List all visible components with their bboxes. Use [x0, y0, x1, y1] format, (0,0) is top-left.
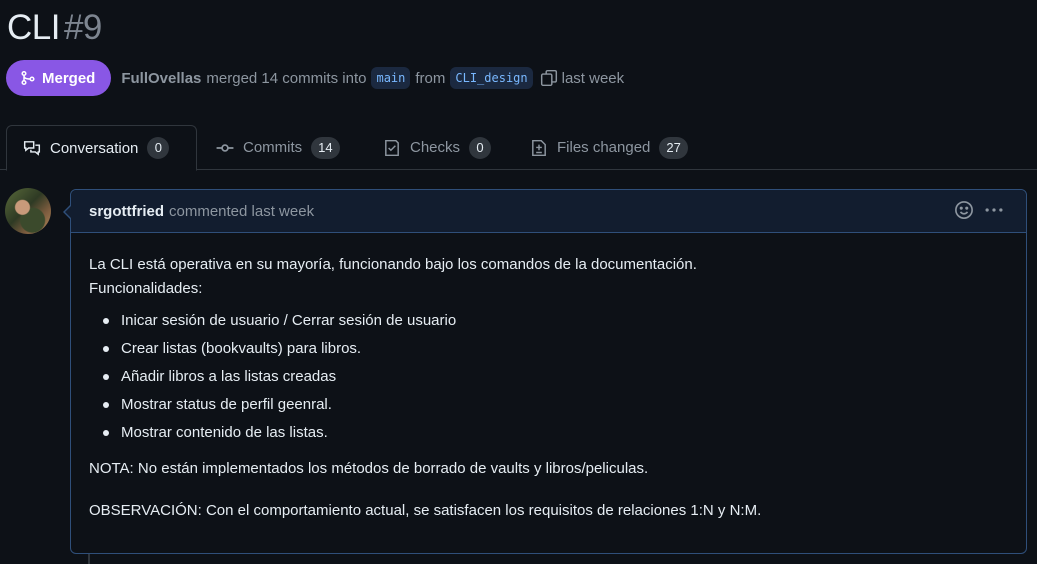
tab-conversation-count: 0: [147, 137, 170, 159]
tab-conversation-label: Conversation: [50, 139, 139, 157]
avatar[interactable]: [5, 188, 51, 234]
pr-title-text: CLI: [7, 8, 60, 47]
comment-body: La CLI está operativa en su mayoría, fun…: [71, 233, 1026, 523]
tab-commits-count: 14: [311, 136, 340, 159]
comment-box: srgottfried commented last week La CLI e…: [63, 189, 1027, 554]
tab-commits-label: Commits: [243, 139, 303, 156]
comment-header: srgottfried commented last week: [71, 190, 1026, 233]
note-paragraph: NOTA: No están implementados los métodos…: [89, 460, 649, 477]
tab-checks-count: 0: [469, 136, 492, 159]
merged-status-badge: Merged: [6, 60, 112, 96]
pr-title: CLI #9: [7, 8, 102, 48]
pr-meta: Merged FullOvellas merged 14 commits int…: [6, 60, 624, 96]
merge-time: last week: [561, 69, 625, 87]
observation-paragraph: OBSERVACIÓN: Con el comportamiento actua…: [89, 502, 762, 519]
copy-icon[interactable]: [540, 69, 558, 87]
comment-actions: [944, 200, 1004, 220]
head-branch[interactable]: CLI_design: [450, 67, 533, 89]
features-list: Inicar sesión de usuario / Cerrar sesión…: [89, 307, 1008, 447]
conversation-icon: [23, 141, 41, 156]
pr-author-link[interactable]: FullOvellas: [121, 70, 201, 87]
list-item: Mostrar status de perfil geenral.: [89, 391, 1008, 419]
tab-checks[interactable]: Checks 0: [367, 125, 507, 170]
intro-line-2: Funcionalidades:: [89, 280, 203, 297]
list-item: Mostrar contenido de las listas.: [89, 419, 1008, 447]
kebab-menu-icon[interactable]: [984, 200, 1004, 220]
intro-line-1: La CLI está operativa en su mayoría, fun…: [89, 256, 697, 273]
list-item: Inicar sesión de usuario / Cerrar sesión…: [89, 307, 1008, 335]
timeline-line: [88, 554, 90, 564]
git-merge-icon: [21, 70, 35, 86]
tab-commits[interactable]: Commits 14: [200, 125, 356, 170]
list-item: Añadir libros a las listas creadas: [89, 363, 1008, 391]
tab-files-changed-count: 27: [659, 136, 688, 159]
tab-conversation[interactable]: Conversation 0: [6, 125, 197, 171]
from-text: from: [415, 69, 446, 87]
tab-checks-label: Checks: [410, 139, 461, 156]
checks-icon: [385, 139, 399, 156]
comment-timestamp: commented last week: [169, 202, 315, 220]
pr-number: #9: [63, 8, 102, 47]
file-diff-icon: [532, 139, 546, 156]
base-branch[interactable]: main: [371, 67, 411, 89]
pr-tabs: Conversation 0 Commits 14 Checks 0 Files…: [0, 125, 1037, 171]
tab-files-changed[interactable]: Files changed 27: [514, 125, 704, 170]
commit-icon: [216, 143, 234, 152]
merge-text: merged 14 commits into: [206, 69, 367, 87]
tab-files-changed-label: Files changed: [557, 139, 651, 156]
smiley-icon[interactable]: [954, 200, 974, 220]
list-item: Crear listas (bookvaults) para libros.: [89, 335, 1008, 363]
comment-author-link[interactable]: srgottfried: [89, 203, 164, 220]
merged-status-label: Merged: [42, 69, 96, 87]
